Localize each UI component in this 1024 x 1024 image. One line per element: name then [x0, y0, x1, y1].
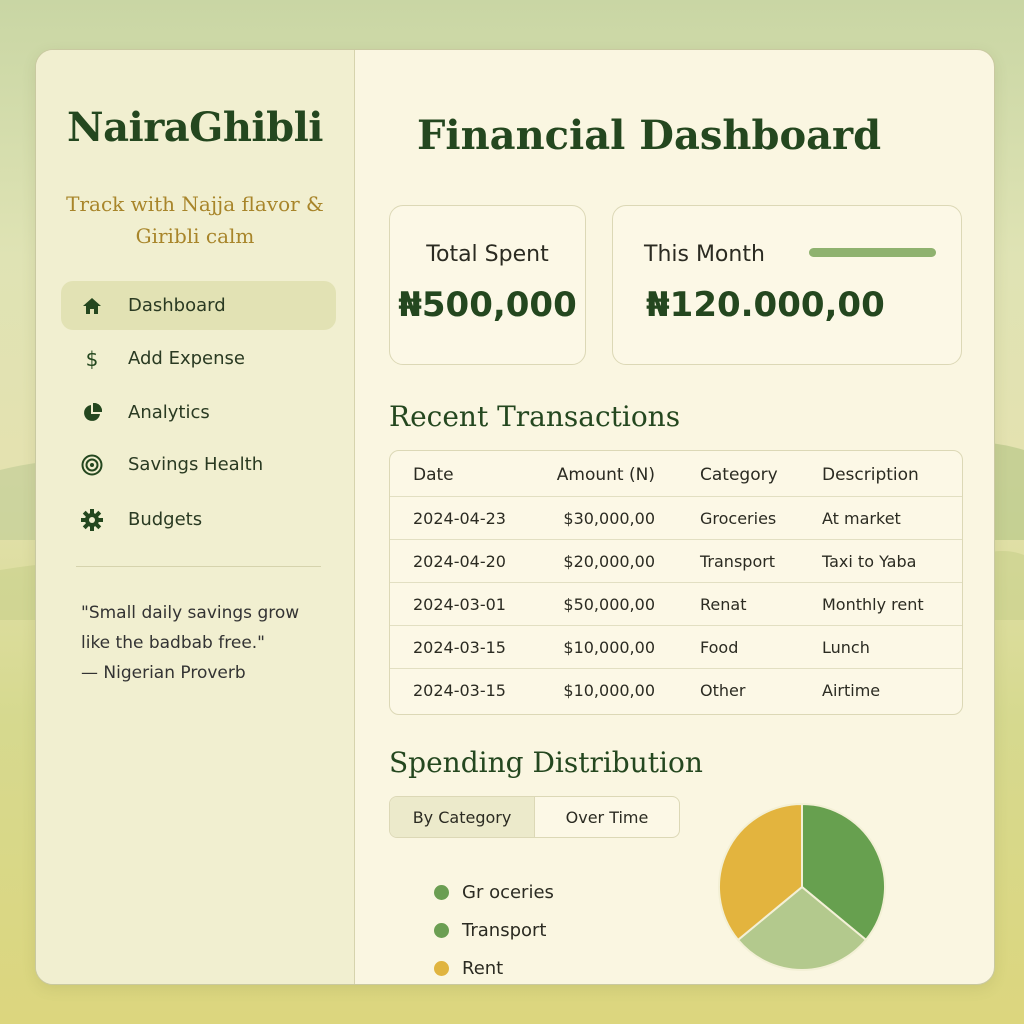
sidebar-divider	[76, 566, 321, 567]
cell-category: Transport	[700, 552, 776, 571]
column-header-description[interactable]: Description	[822, 465, 919, 485]
table-header-row: Date Amount (N) Category Description	[390, 453, 962, 496]
legend-item: Rent	[434, 958, 503, 979]
target-icon	[81, 454, 103, 476]
app-logo: NairaGhibli	[67, 104, 323, 151]
this-month-card: This Month ₦120.000,00	[612, 205, 962, 365]
quote-line: like the badbab free."	[81, 633, 265, 653]
legend-label: Transport	[462, 920, 547, 941]
table-row[interactable]: 2024-04-23 $30,000,00 Groceries At marke…	[390, 496, 962, 540]
total-spent-card: Total Spent ₦500,000	[389, 205, 586, 365]
home-icon	[81, 295, 103, 317]
distribution-tabs: By Category Over Time	[389, 796, 680, 838]
column-header-category[interactable]: Category	[700, 465, 778, 485]
table-row[interactable]: 2024-03-15 $10,000,00 Food Lunch	[390, 625, 962, 669]
card-label: This Month	[644, 242, 765, 267]
section-title-transactions: Recent Transactions	[389, 400, 681, 433]
legend-label: Rent	[462, 958, 504, 979]
cell-amount: $10,000,00	[563, 681, 655, 700]
sidebar-item-label: Analytics	[128, 402, 210, 423]
cell-date: 2024-03-01	[413, 595, 506, 614]
card-label: Total Spent	[426, 242, 549, 267]
cell-amount: $20,000,00	[563, 552, 655, 571]
column-header-date[interactable]: Date	[413, 465, 454, 485]
legend-label: Gr oceries	[462, 882, 554, 903]
cell-amount: $10,000,00	[563, 638, 655, 657]
gear-icon	[81, 508, 103, 531]
sidebar-item-dashboard[interactable]: Dashboard	[61, 281, 336, 330]
app-window: NairaGhibli Track with Najja flavor & Gi…	[35, 49, 995, 985]
table-row[interactable]: 2024-03-15 $10,000,00 Other Airtime	[390, 668, 962, 712]
progress-bar	[809, 248, 936, 257]
sidebar: NairaGhibli Track with Najja flavor & Gi…	[36, 50, 355, 984]
cell-category: Renat	[700, 595, 747, 614]
table-row[interactable]: 2024-04-20 $20,000,00 Transport Taxi to …	[390, 539, 962, 583]
section-title-distribution: Spending Distribution	[389, 746, 703, 779]
card-value: ₦120.000,00	[646, 285, 885, 325]
column-header-amount[interactable]: Amount (N)	[540, 465, 655, 485]
sidebar-item-label: Savings Health	[128, 454, 264, 475]
dollar-icon: $	[85, 346, 99, 371]
cell-description: Taxi to Yaba	[822, 552, 917, 571]
legend-item: Transport	[434, 920, 546, 941]
cell-date: 2024-04-23	[413, 509, 506, 528]
tab-over-time[interactable]: Over Time	[535, 797, 679, 837]
pie-chart-icon	[81, 402, 103, 424]
cell-description: Monthly rent	[822, 595, 924, 614]
legend-item: Gr oceries	[434, 882, 554, 903]
sidebar-item-add-expense[interactable]: $ Add Expense	[61, 334, 336, 383]
sidebar-item-label: Budgets	[128, 509, 203, 530]
proverb-quote: "Small daily savings grow like the badba…	[81, 598, 341, 688]
cell-date: 2024-03-15	[413, 638, 506, 657]
cell-category: Groceries	[700, 509, 777, 528]
legend-dot	[434, 923, 449, 938]
legend-dot	[434, 961, 449, 976]
cell-date: 2024-03-15	[413, 681, 506, 700]
spending-pie-chart	[718, 802, 886, 971]
cell-description: Airtime	[822, 681, 881, 700]
card-value: ₦500,000	[398, 285, 577, 325]
sidebar-item-analytics[interactable]: Analytics	[61, 388, 336, 437]
table-row[interactable]: 2024-03-01 $50,000,00 Renat Monthly rent	[390, 582, 962, 626]
tab-by-category[interactable]: By Category	[390, 797, 535, 837]
cell-amount: $50,000,00	[563, 595, 655, 614]
sidebar-item-label: Add Expense	[128, 348, 245, 369]
cell-description: At market	[822, 509, 901, 528]
sidebar-item-label: Dashboard	[128, 295, 226, 316]
cell-category: Other	[700, 681, 746, 700]
quote-attribution: — Nigerian Proverb	[81, 663, 246, 683]
quote-line: "Small daily savings grow	[81, 603, 300, 623]
sidebar-item-budgets[interactable]: Budgets	[61, 495, 336, 544]
cell-date: 2024-04-20	[413, 552, 506, 571]
app-tagline: Track with Najja flavor & Giribli calm	[66, 192, 324, 248]
cell-description: Lunch	[822, 638, 870, 657]
transactions-table: Date Amount (N) Category Description 202…	[389, 450, 963, 715]
legend-dot	[434, 885, 449, 900]
cell-category: Food	[700, 638, 739, 657]
cell-amount: $30,000,00	[563, 509, 655, 528]
page-title: Financial Dashboard	[417, 112, 882, 159]
sidebar-item-savings-health[interactable]: Savings Health	[61, 440, 336, 489]
